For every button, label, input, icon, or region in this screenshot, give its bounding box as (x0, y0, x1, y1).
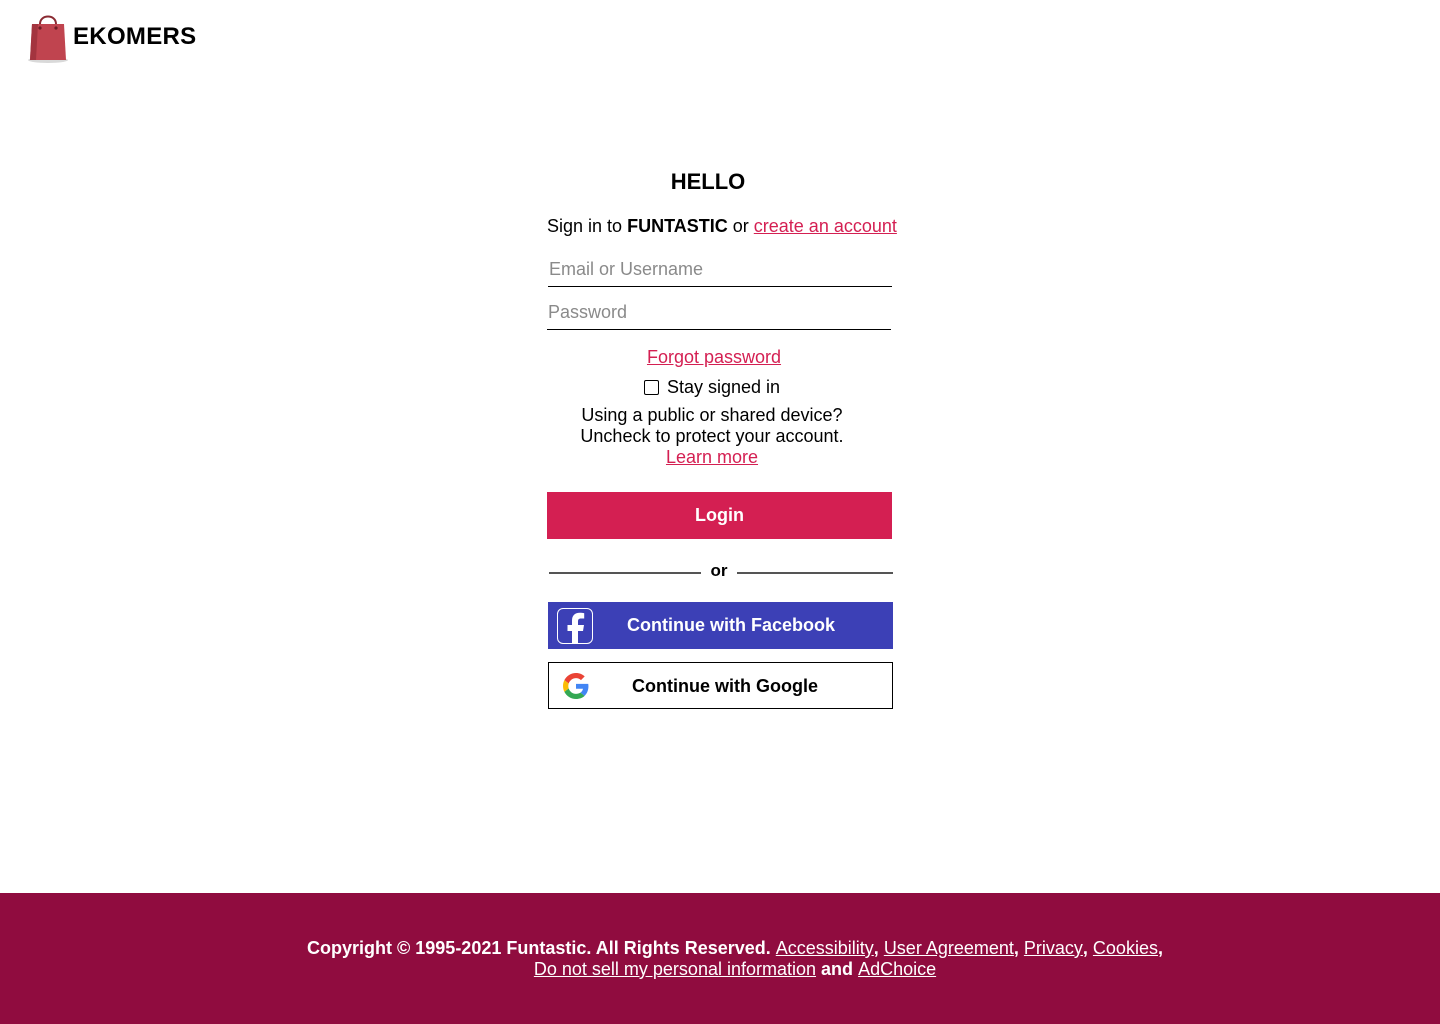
do-not-sell-link[interactable]: Do not sell my personal information (534, 959, 816, 979)
stay-signed-in-label: Stay signed in (667, 377, 781, 397)
page-title: HELLO (670, 169, 746, 194)
google-login-button[interactable]: Continue with Google (548, 662, 893, 709)
stay-signed-in-checkbox[interactable] (644, 380, 659, 395)
divider-line-right (737, 572, 893, 574)
copyright-text: Copyright © 1995-2021 Funtastic. All Rig… (307, 938, 771, 958)
or-divider: or (549, 560, 893, 584)
notice-line-2: Uncheck to protect your account. (580, 426, 844, 446)
facebook-icon (557, 608, 593, 644)
stay-signed-in[interactable]: Stay signed in (644, 377, 780, 398)
page-footer: Copyright © 1995-2021 Funtastic. All Rig… (0, 893, 1440, 1024)
notice-line-1: Using a public or shared device? (581, 405, 843, 425)
create-account-link[interactable]: create an account (754, 216, 897, 236)
learn-more-link[interactable]: Learn more (666, 447, 758, 467)
forgot-password-row: Forgot password (547, 347, 881, 368)
footer-and: and (821, 959, 854, 979)
signin-prefix: Sign in to (547, 216, 623, 236)
shared-device-notice: Using a public or shared device? Uncheck… (547, 405, 877, 468)
login-button[interactable]: Login (547, 492, 892, 539)
password-field[interactable] (547, 300, 891, 330)
brand-name: EKOMERS (73, 23, 197, 50)
footer-line-2: Do not sell my personal information and … (0, 959, 1440, 980)
footer-text: Copyright © 1995-2021 Funtastic. All Rig… (0, 938, 1440, 980)
adchoice-link[interactable]: AdChoice (858, 959, 936, 979)
site-name: FUNTASTIC (627, 216, 728, 236)
accessibility-link[interactable]: Accessibility (776, 938, 874, 958)
cookies-link[interactable]: Cookies (1093, 938, 1158, 958)
signin-conjunction: or (732, 216, 749, 236)
email-field[interactable] (548, 257, 892, 287)
divider-text: or (710, 561, 728, 580)
brand-logo[interactable]: EKOMERS (26, 10, 196, 64)
google-login-label: Continue with Google (632, 676, 818, 696)
facebook-login-label: Continue with Facebook (627, 615, 836, 635)
footer-line-1: Copyright © 1995-2021 Funtastic. All Rig… (307, 938, 1163, 958)
user-agreement-link[interactable]: User Agreement (884, 938, 1014, 958)
divider-line-left (549, 572, 701, 574)
google-icon (563, 673, 589, 699)
shopping-bag-icon (28, 15, 68, 63)
forgot-password-link[interactable]: Forgot password (647, 347, 781, 367)
signin-prompt: Sign in to FUNTASTIC or create an accoun… (547, 216, 897, 237)
facebook-login-button[interactable]: Continue with Facebook (548, 602, 893, 649)
privacy-link[interactable]: Privacy (1024, 938, 1083, 958)
